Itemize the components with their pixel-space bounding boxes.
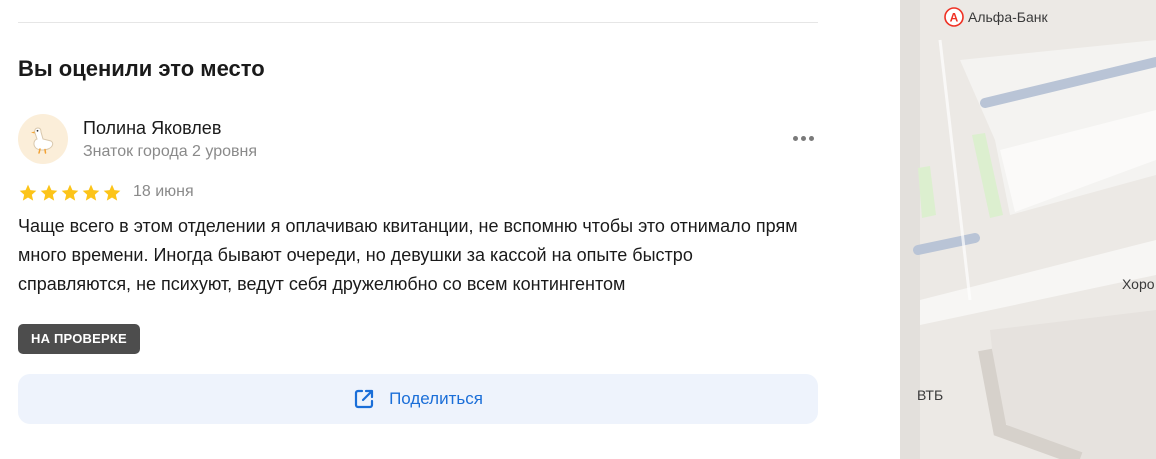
map-label-vtb[interactable]: ВТБ xyxy=(917,387,943,403)
avatar[interactable] xyxy=(18,114,68,164)
more-dots-icon xyxy=(792,135,798,141)
svg-text:А: А xyxy=(950,11,959,25)
review-date: 18 июня xyxy=(133,183,194,200)
share-label: Поделиться xyxy=(389,389,483,408)
map[interactable]: А Альфа-Банк Хоро ВТБ xyxy=(900,0,1156,459)
review-text: Чаще всего в этом отделении я оплачиваю … xyxy=(18,216,798,294)
rating-stars xyxy=(18,183,123,203)
author-name[interactable]: Полина Яковлев xyxy=(83,118,221,139)
star-icon xyxy=(103,184,121,201)
more-options-button[interactable] xyxy=(788,126,818,150)
goose-icon xyxy=(31,127,54,154)
star-icon xyxy=(40,184,58,201)
review-panel: Вы оценили это место Полина Яковлев Знат… xyxy=(0,0,900,459)
divider xyxy=(18,22,818,23)
author-level: Знаток города 2 уровня xyxy=(83,143,258,160)
alfa-bank-logo-icon: А xyxy=(944,7,964,27)
star-icon xyxy=(19,184,37,201)
more-dot xyxy=(808,135,814,141)
section-title: Вы оценили это место xyxy=(18,56,265,81)
share-button[interactable]: Поделиться xyxy=(18,374,818,424)
status-badge: НА ПРОВЕРКЕ xyxy=(18,324,140,354)
map-label-alfa-bank[interactable]: Альфа-Банк xyxy=(968,9,1048,25)
more-dot xyxy=(800,135,806,141)
star-icon xyxy=(61,184,79,201)
share-icon xyxy=(354,389,374,409)
star-icon xyxy=(82,184,100,201)
map-label-hor[interactable]: Хоро xyxy=(1122,276,1155,292)
